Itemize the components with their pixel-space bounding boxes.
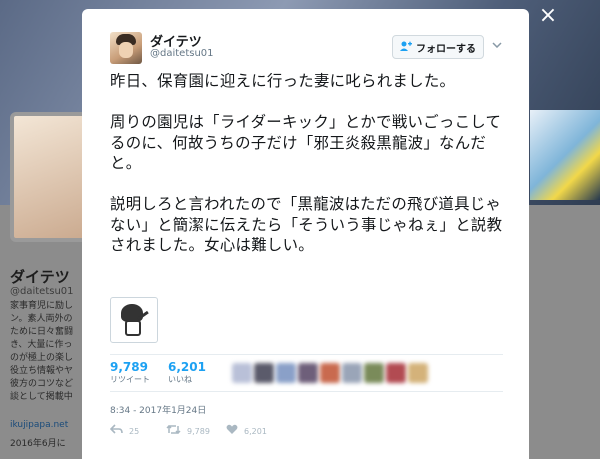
tweet-actions: 25 9,789 6,201	[109, 424, 503, 444]
chevron-down-icon[interactable]	[490, 39, 504, 53]
like-stat-count: 6,201	[168, 360, 206, 374]
liker-avatar[interactable]	[298, 363, 318, 383]
profile-name: ダイテツ	[10, 268, 70, 286]
liker-avatar[interactable]	[408, 363, 428, 383]
retweet-stat[interactable]: 9,789 リツイート	[110, 360, 150, 385]
divider	[110, 354, 503, 355]
liker-avatar[interactable]	[276, 363, 296, 383]
heart-icon	[226, 424, 238, 438]
liker-avatar[interactable]	[254, 363, 274, 383]
profile-bio: 家事育児に励し ン。素人両外の ために日々奮闘 き、大量に作っ のが極上の楽し …	[10, 301, 74, 402]
retweet-stat-label: リツイート	[110, 375, 150, 384]
retweet-count: 9,789	[187, 426, 210, 436]
tweet-timestamp[interactable]: 8:34 - 2017年1月24日	[110, 403, 206, 416]
reply-icon	[109, 424, 123, 438]
profile-link[interactable]: ikujipapa.net	[10, 420, 68, 430]
tweet-media-thumbnail[interactable]	[110, 297, 158, 343]
like-count: 6,201	[244, 426, 267, 436]
retweet-stat-count: 9,789	[110, 360, 148, 374]
follow-button[interactable]: フォローする	[392, 35, 484, 59]
tweet-text: 昨日、保育園に迎えに行った妻に叱られました。 周りの園児は「ライダーキック」とか…	[110, 72, 503, 254]
liker-avatar[interactable]	[386, 363, 406, 383]
like-stat[interactable]: 6,201 いいね	[168, 360, 206, 385]
tweet-avatar[interactable]	[110, 32, 142, 64]
like-button[interactable]: 6,201	[226, 424, 267, 438]
liker-avatar[interactable]	[364, 363, 384, 383]
liker-avatars[interactable]	[232, 363, 428, 383]
reply-button[interactable]: 25	[109, 424, 140, 438]
follow-button-label: フォローする	[416, 43, 476, 55]
retweet-button[interactable]: 9,789	[166, 424, 210, 438]
like-stat-label: いいね	[168, 375, 192, 384]
person-add-icon	[400, 41, 412, 54]
divider	[110, 391, 503, 392]
tweet-modal: ダイテツ @daitetsu01 フォローする 昨日、保育園に迎えに行った妻に叱…	[82, 9, 529, 459]
reply-count: 25	[129, 426, 140, 436]
liker-avatar[interactable]	[320, 363, 340, 383]
liker-avatar[interactable]	[232, 363, 252, 383]
profile-joined: 2016年6月に	[10, 439, 66, 449]
close-icon[interactable]: ×	[536, 4, 560, 28]
banner-graphic	[530, 110, 600, 200]
retweet-icon	[166, 424, 181, 438]
tweet-author-handle[interactable]: @daitetsu01	[150, 48, 214, 59]
liker-avatar[interactable]	[342, 363, 362, 383]
profile-handle: @daitetsu01	[10, 286, 74, 297]
